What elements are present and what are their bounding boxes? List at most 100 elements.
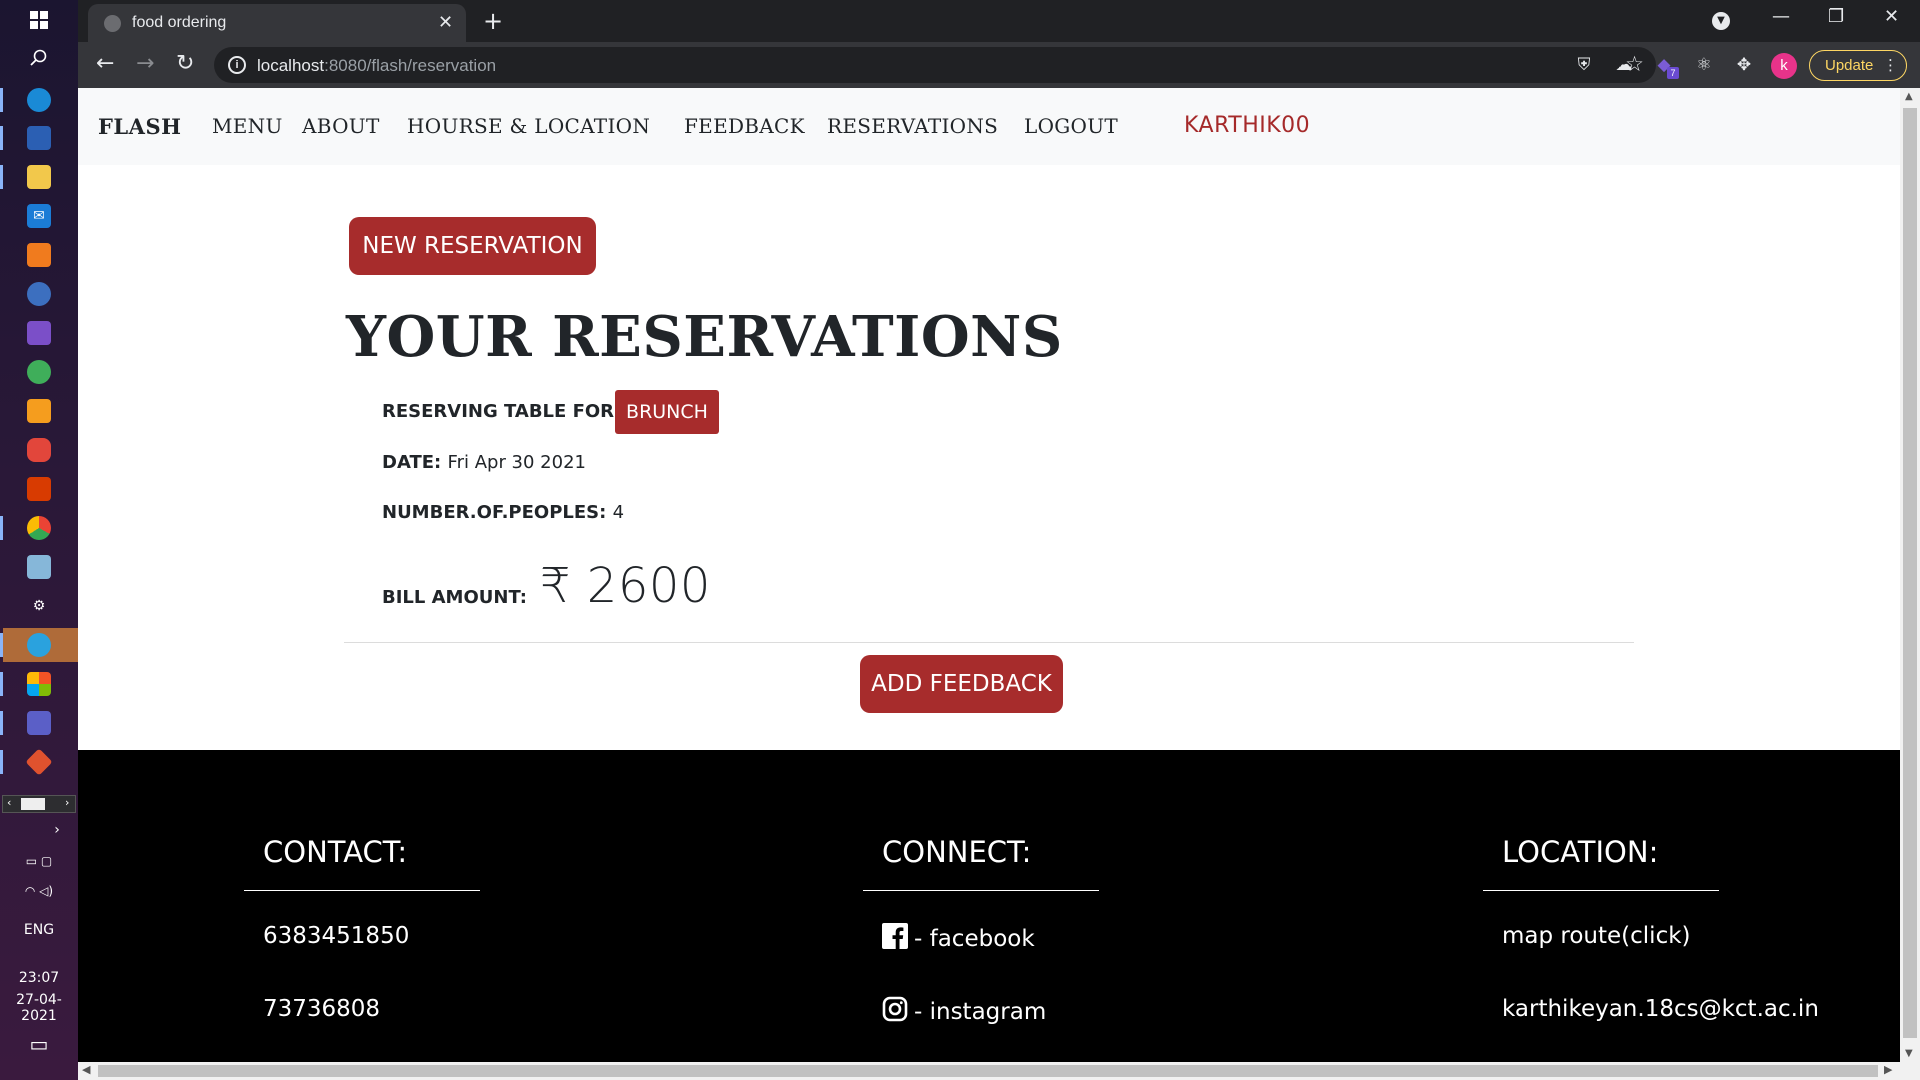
- update-button[interactable]: Update ⋮: [1809, 50, 1907, 81]
- sublime-text-icon[interactable]: [27, 399, 51, 423]
- contact-heading: CONTACT:: [263, 835, 408, 869]
- restore-window-icon[interactable]: ❐: [1828, 6, 1844, 27]
- snip-tool-icon[interactable]: [27, 438, 51, 462]
- reload-icon[interactable]: ↻: [176, 51, 194, 76]
- facebook-icon: [882, 923, 908, 955]
- contact-phone-2: 73736808: [263, 996, 381, 1022]
- clock-date[interactable]: 27-04-2021: [0, 992, 78, 1024]
- browser-tab[interactable]: food ordering ✕: [88, 4, 466, 42]
- close-tab-icon[interactable]: ✕: [438, 12, 453, 33]
- bill-amount-label: BILL AMOUNT:: [382, 587, 527, 608]
- connect-heading: CONNECT:: [882, 835, 1032, 869]
- logged-in-username: KARTHIK00: [1184, 113, 1311, 138]
- edge-browser-icon[interactable]: [27, 88, 51, 112]
- wifi-volume-icon[interactable]: ◠ ◁): [0, 884, 78, 898]
- number-of-people: NUMBER.OF.PEOPLES: 4: [382, 502, 624, 523]
- notification-center-icon[interactable]: ▭: [0, 1032, 78, 1056]
- store-icon[interactable]: [27, 126, 51, 150]
- search-icon[interactable]: [27, 46, 51, 70]
- tab-title: food ordering: [132, 14, 227, 31]
- git-icon[interactable]: [25, 748, 53, 776]
- nav-item-reservations[interactable]: RESERVATIONS: [827, 114, 998, 138]
- vertical-scrollbar[interactable]: ▲ ▼: [1900, 88, 1920, 1062]
- reserving-table-label: RESERVING TABLE FOR :: [382, 401, 628, 422]
- forward-arrow-icon[interactable]: →: [136, 51, 154, 76]
- new-tab-plus-icon[interactable]: +: [483, 7, 503, 35]
- chrome-icon[interactable]: [27, 516, 51, 540]
- browser-toolbar: ← → ↻ i localhost:8080/flash/reservation…: [78, 42, 1920, 88]
- people-value: 4: [612, 502, 625, 523]
- location-heading: LOCATION:: [1502, 835, 1659, 869]
- address-bar[interactable]: i localhost:8080/flash/reservation ☆: [214, 47, 1656, 83]
- nav-item-menu[interactable]: MENU: [212, 114, 283, 138]
- office-icon[interactable]: [27, 477, 51, 501]
- map-route-link[interactable]: map route(click): [1502, 923, 1691, 949]
- people-label: NUMBER.OF.PEOPLES:: [382, 502, 607, 523]
- windows-taskbar: ✉ ⚙ ‹ › › ▭ ▢ ◠ ◁) ENG 23:07 27-04-2021 …: [0, 0, 78, 1080]
- back-arrow-icon[interactable]: ←: [96, 51, 114, 76]
- scroll-down-icon[interactable]: ▼: [1905, 1048, 1913, 1059]
- instagram-link[interactable]: - instagram: [882, 996, 1046, 1028]
- globe-icon: [104, 15, 121, 32]
- android-studio-icon[interactable]: [27, 360, 51, 384]
- vertical-scroll-thumb[interactable]: [1903, 108, 1917, 1038]
- notepad-icon[interactable]: [27, 555, 51, 579]
- meal-type-badge: BRUNCH: [615, 390, 719, 434]
- scroll-left-arrow-icon[interactable]: ◀: [82, 1063, 90, 1076]
- scroll-right-icon[interactable]: ›: [65, 796, 77, 809]
- clock-time[interactable]: 23:07: [0, 970, 78, 986]
- taskbar-scroll[interactable]: ‹ ›: [2, 795, 76, 813]
- facebook-link[interactable]: - facebook: [882, 923, 1035, 955]
- privacy-shield-extension-icon[interactable]: ⛨: [1574, 55, 1594, 75]
- scroll-right-arrow-icon[interactable]: ▶: [1884, 1063, 1892, 1076]
- site-navbar: FLASH MENU ABOUT HOURSE & LOCATION FEEDB…: [78, 88, 1900, 165]
- date-label: DATE:: [382, 452, 442, 473]
- nav-item-about[interactable]: ABOUT: [302, 114, 380, 138]
- film-reel-icon[interactable]: [27, 282, 51, 306]
- url-text[interactable]: localhost:8080/flash/reservation: [257, 56, 496, 76]
- settings-gear-icon[interactable]: ⚙: [27, 594, 51, 618]
- teams-icon[interactable]: [27, 711, 51, 735]
- date-value: Fri Apr 30 2021: [447, 452, 586, 473]
- reservation-date: DATE: Fri Apr 30 2021: [382, 452, 586, 473]
- battery-display-icon[interactable]: ▭ ▢: [0, 854, 78, 868]
- windows-start-icon[interactable]: [27, 8, 51, 32]
- scroll-up-icon[interactable]: ▲: [1905, 91, 1913, 102]
- file-explorer-icon[interactable]: [27, 165, 51, 189]
- extension-badge: 7: [1667, 67, 1679, 79]
- minimize-icon[interactable]: —: [1772, 6, 1790, 27]
- mail-icon[interactable]: ✉: [27, 204, 51, 228]
- bill-amount-value: ₹ 2600: [540, 558, 711, 614]
- scroll-left-icon[interactable]: ‹: [7, 796, 19, 809]
- contact-rule: [244, 890, 480, 891]
- content-divider: [344, 642, 1634, 643]
- language-indicator[interactable]: ENG: [0, 922, 78, 938]
- cloud-extension-icon[interactable]: ☁: [1614, 55, 1634, 75]
- site-footer: CONTACT: 6383451850 73736808 CONNECT: - …: [78, 750, 1900, 1062]
- react-devtools-icon[interactable]: ⚛: [1694, 55, 1714, 75]
- nav-item-logout[interactable]: LOGOUT: [1024, 114, 1118, 138]
- close-window-icon[interactable]: ✕: [1884, 6, 1899, 27]
- tab-search-icon[interactable]: ▼: [1712, 12, 1730, 30]
- location-rule: [1483, 890, 1719, 891]
- add-feedback-button[interactable]: ADD FEEDBACK: [860, 655, 1063, 713]
- site-info-icon[interactable]: i: [228, 56, 246, 74]
- horizontal-scrollbar[interactable]: ◀ ▶: [78, 1062, 1920, 1080]
- nav-item-hours-location[interactable]: HOURSE & LOCATION: [407, 114, 650, 138]
- location-email[interactable]: karthikeyan.18cs@kct.ac.in: [1502, 996, 1819, 1022]
- page-viewport: FLASH MENU ABOUT HOURSE & LOCATION FEEDB…: [78, 88, 1900, 1062]
- microsoft-apps-icon[interactable]: [27, 672, 51, 696]
- instagram-icon: [882, 996, 908, 1028]
- contact-phone-1: 6383451850: [263, 923, 410, 949]
- extensions-puzzle-icon[interactable]: ✥: [1734, 55, 1754, 75]
- more-menu-icon[interactable]: ⋮: [1883, 51, 1898, 80]
- visual-studio-icon[interactable]: [27, 321, 51, 345]
- xampp-icon[interactable]: [27, 243, 51, 267]
- brand-logo[interactable]: FLASH: [98, 114, 181, 139]
- profile-avatar[interactable]: k: [1771, 53, 1797, 79]
- browser-tab-strip: food ordering ✕ + ▼ — ❐ ✕: [78, 0, 1920, 42]
- telegram-icon[interactable]: [27, 633, 51, 657]
- nav-item-feedback[interactable]: FEEDBACK: [684, 114, 805, 138]
- horizontal-scroll-thumb[interactable]: [98, 1065, 1878, 1077]
- new-reservation-button[interactable]: NEW RESERVATION: [349, 217, 596, 275]
